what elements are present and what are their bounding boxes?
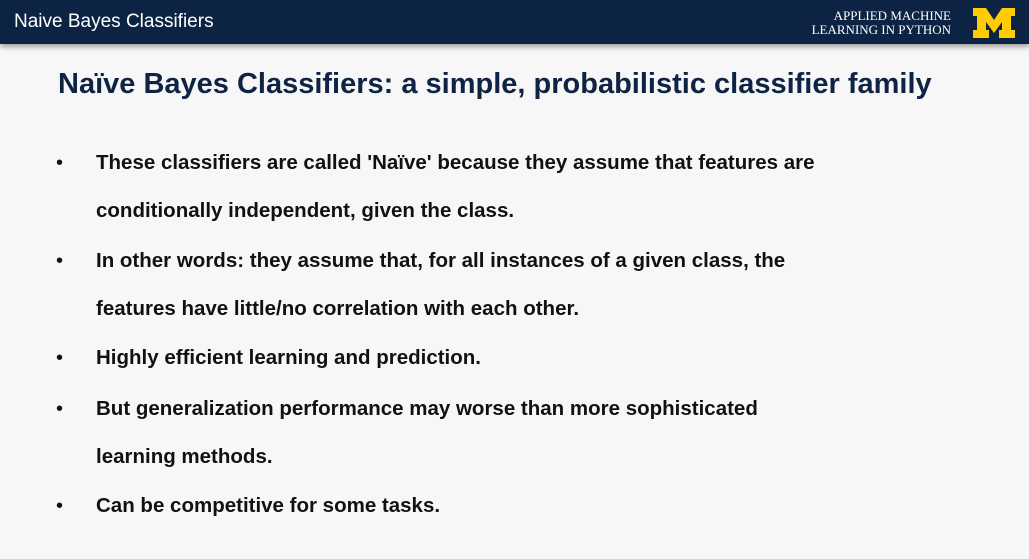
bullet-dot: •: [56, 250, 64, 272]
course-label: APPLIED MACHINE LEARNING IN PYTHON: [751, 9, 951, 37]
bullet-line: But generalization performance may worse…: [96, 397, 758, 420]
bullet-line: learning methods.: [96, 445, 273, 468]
bullet-line: In other words: they assume that, for al…: [96, 249, 786, 272]
bullet-line: These classifiers are called 'Naïve' bec…: [96, 151, 815, 174]
bullet-text: These classifiers are called 'Naïve' bec…: [96, 139, 956, 235]
bullet-dot: •: [56, 347, 64, 369]
slide-title: Naïve Bayes Classifiers: a simple, proba…: [58, 68, 932, 100]
header-title: Naive Bayes Classifiers: [14, 11, 214, 32]
slide-header: Naive Bayes Classifiers APPLIED MACHINE …: [0, 0, 1029, 44]
bullet-line: Can be competitive for some tasks.: [96, 494, 441, 517]
bullet-text: Highly efficient learning and prediction…: [96, 334, 956, 382]
bullet-dot: •: [56, 152, 64, 174]
bullet-line: features have little/no correlation with…: [96, 297, 580, 320]
bullet-text: Can be competitive for some tasks.: [96, 482, 956, 530]
bullet-dot: •: [56, 495, 64, 517]
university-m-logo-icon: [973, 8, 1015, 38]
bullet-dot: •: [56, 398, 64, 420]
course-label-line2: LEARNING IN PYTHON: [811, 22, 951, 37]
bullet-line: Highly efficient learning and prediction…: [96, 346, 481, 369]
bullet-text: But generalization performance may worse…: [96, 385, 956, 481]
course-label-line1: APPLIED MACHINE: [833, 8, 951, 23]
bullet-line: conditionally independent, given the cla…: [96, 199, 515, 222]
bullet-text: In other words: they assume that, for al…: [96, 237, 956, 333]
